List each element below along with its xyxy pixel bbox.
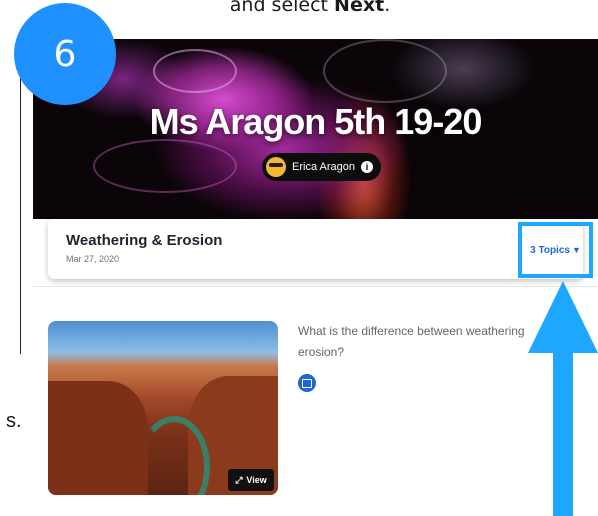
instruction-action: Next xyxy=(334,0,385,16)
instruction-prefix: and select xyxy=(229,0,335,16)
up-arrow-icon xyxy=(528,281,598,353)
banner-decoration xyxy=(323,39,447,103)
topics-dropdown-button[interactable]: 3 Topics ▼ xyxy=(530,245,581,256)
caret-down-icon: ▼ xyxy=(571,245,581,255)
screenshot-frame: Ms Aragon 5th 19-20 Erica Aragon i Weath… xyxy=(33,39,598,516)
avatar xyxy=(266,157,286,177)
topics-highlight-box: 3 Topics ▼ xyxy=(518,222,593,278)
view-label: View xyxy=(246,475,267,485)
view-button[interactable]: ⤢ View xyxy=(228,469,274,491)
topic-header-card: Weathering & Erosion Mar 27, 2020 3 Topi… xyxy=(48,219,593,279)
topic-title: Weathering & Erosion xyxy=(66,232,223,249)
author-name: Erica Aragon xyxy=(292,161,355,173)
expand-icon: ⤢ xyxy=(235,474,243,485)
author-chip[interactable]: Erica Aragon i xyxy=(262,153,381,181)
topic-date: Mar 27, 2020 xyxy=(66,254,120,264)
step-number-badge: 6 xyxy=(14,3,116,105)
video-response-icon[interactable] xyxy=(298,374,316,392)
info-icon[interactable]: i xyxy=(360,161,373,173)
up-arrow-shaft xyxy=(553,352,573,516)
side-text-fragment: s. xyxy=(6,410,22,432)
divider xyxy=(33,286,598,287)
instruction-suffix: . xyxy=(384,0,391,16)
topics-label: 3 Topics xyxy=(530,244,570,256)
class-banner: Ms Aragon 5th 19-20 Erica Aragon i xyxy=(33,39,598,229)
banner-decoration xyxy=(93,139,237,193)
side-divider xyxy=(20,78,21,354)
class-title: Ms Aragon 5th 19-20 xyxy=(149,101,483,142)
banner-decoration xyxy=(153,49,237,93)
topic-thumbnail[interactable]: ⤢ View xyxy=(48,321,278,495)
topic-content: Weathering & Erosion Mar 27, 2020 3 Topi… xyxy=(33,219,598,516)
instruction-text: and select Next. xyxy=(150,0,470,16)
